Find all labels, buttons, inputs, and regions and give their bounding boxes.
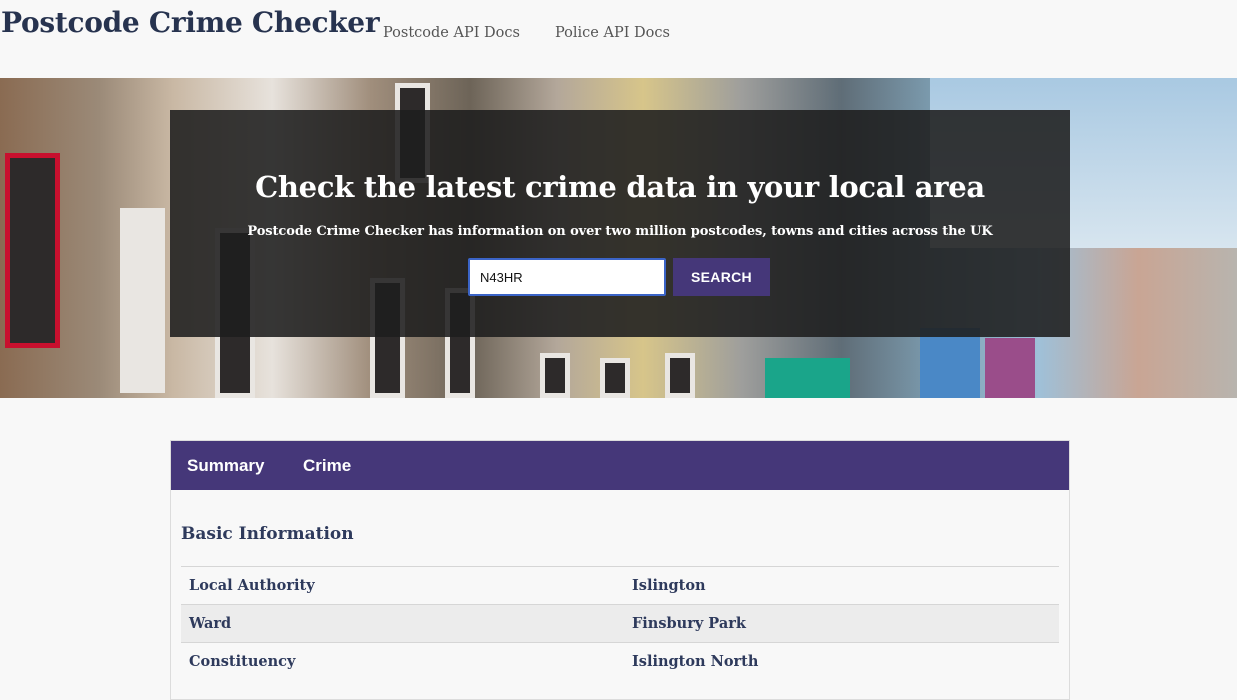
nav-postcode-api-docs[interactable]: Postcode API Docs: [383, 25, 520, 41]
facade-blue-shopfront: [920, 328, 980, 398]
hero-title: Check the latest crime data in your loca…: [255, 170, 985, 204]
hero-banner: Check the latest crime data in your loca…: [0, 78, 1237, 398]
tab-summary[interactable]: Summary: [187, 456, 264, 476]
hero-search-panel: Check the latest crime data in your loca…: [170, 110, 1070, 337]
facade-teal-shopfront: [765, 358, 850, 398]
section-title: Basic Information: [181, 524, 354, 544]
row-value: Islington: [632, 577, 706, 594]
table-row: Constituency Islington North: [181, 642, 1059, 681]
site-brand[interactable]: Postcode Crime Checker: [1, 6, 380, 39]
postcode-search-input[interactable]: [468, 258, 666, 296]
row-value: Islington North: [632, 653, 759, 671]
table-row: Ward Finsbury Park: [181, 604, 1059, 643]
facade-shutter: [120, 208, 165, 393]
site-header: Postcode Crime Checker Postcode API Docs…: [0, 0, 1237, 79]
results-tabs: Summary Crime: [171, 441, 1069, 490]
basic-info-table: Local Authority Islington Ward Finsbury …: [181, 566, 1059, 681]
facade-window: [600, 358, 630, 398]
row-key: Ward: [189, 615, 232, 632]
search-button[interactable]: SEARCH: [673, 258, 770, 296]
row-value: Finsbury Park: [632, 615, 746, 632]
row-key: Local Authority: [189, 577, 315, 594]
hero-subtitle: Postcode Crime Checker has information o…: [247, 224, 993, 239]
facade-purple-shopfront: [985, 338, 1035, 398]
facade-window: [665, 353, 695, 398]
table-row: Local Authority Islington: [181, 566, 1059, 605]
tab-crime[interactable]: Crime: [303, 456, 351, 476]
facade-window: [5, 153, 60, 348]
facade-window: [540, 353, 570, 398]
nav-police-api-docs[interactable]: Police API Docs: [555, 25, 670, 41]
results-card: Summary Crime Basic Information Local Au…: [170, 440, 1070, 700]
row-key: Constituency: [189, 653, 296, 671]
